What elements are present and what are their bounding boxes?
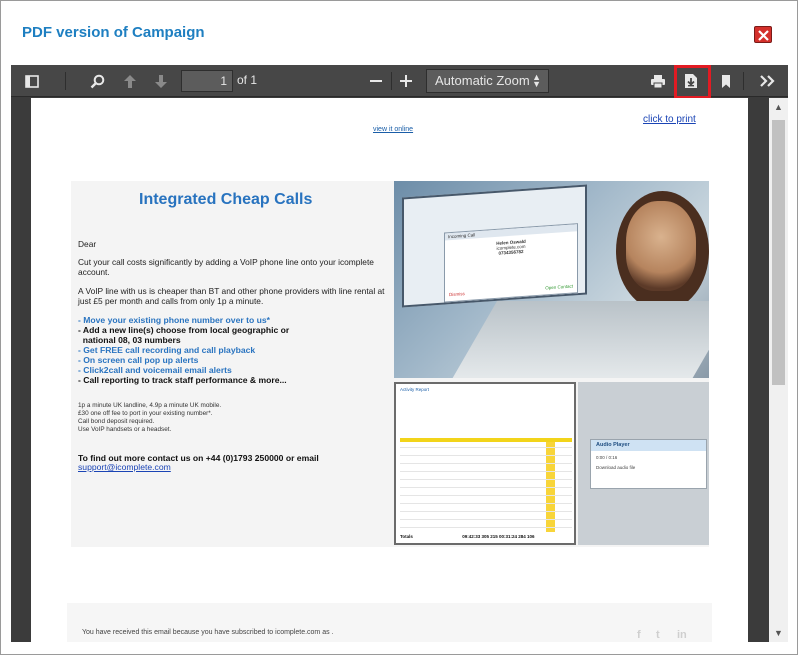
zoom-select[interactable]: Automatic Zoom ▲ ▼ [426, 69, 549, 93]
minus-icon [370, 80, 382, 82]
close-x-icon [758, 30, 769, 41]
popup-dismiss: Dismiss [449, 291, 465, 298]
vertical-scrollbar[interactable]: ▲ ▼ [769, 98, 788, 642]
page-number-input[interactable]: 1 [181, 70, 233, 92]
arrow-up-icon [124, 74, 136, 88]
small-print-line: 1p a minute UK landline, 4.9p a minute U… [78, 402, 222, 409]
activity-report-screenshot: Activity Report Totals 09:42:33 305 215 … [394, 382, 576, 545]
next-page-button[interactable] [150, 65, 172, 97]
print-button[interactable] [647, 65, 669, 97]
small-print-line: Use VoIP handsets or a headset. [78, 426, 172, 433]
bullet-item: - Move your existing phone number over t… [78, 315, 270, 325]
sidebar-toggle-icon [25, 74, 39, 88]
plus-icon [400, 75, 412, 87]
popup-open: Open Contact [545, 283, 573, 291]
dialog-title: PDF version of Campaign [22, 24, 205, 41]
incoming-call-popup: Incoming Call Helen Oswald icomplete.com… [444, 223, 578, 303]
promo-photo: Incoming Call Helen Oswald icomplete.com… [394, 181, 709, 378]
double-chevron-right-icon [759, 75, 775, 87]
report-title: Activity Report [400, 387, 430, 392]
print-icon [651, 74, 665, 88]
audio-time: 0:00 / 0:16 [596, 455, 618, 460]
photo-laptop [450, 301, 709, 378]
zoom-value: Automatic Zoom [435, 73, 530, 88]
small-print-line: £30 one off fee to port in your existing… [78, 410, 213, 417]
bookmark-button[interactable] [715, 65, 737, 97]
email-paragraph-2: A VoIP line with us is cheaper than BT a… [78, 286, 385, 306]
view-online-link[interactable]: view it online [373, 126, 413, 133]
search-button[interactable] [86, 65, 108, 97]
previous-page-button[interactable] [119, 65, 141, 97]
audio-download-link: Download audio file [596, 465, 636, 470]
photo-face [626, 201, 696, 291]
email-body: Integrated Cheap Calls Dear Cut your cal… [71, 181, 709, 547]
email-greeting: Dear [78, 239, 97, 249]
sidebar-toggle-button[interactable] [21, 65, 43, 97]
pdf-dialog: PDF version of Campaign 1 of 1 Automatic… [0, 0, 798, 655]
audio-player-title: Audio Player [591, 440, 706, 451]
report-totals: Totals 09:42:33 305 215 00:31:24 284 106 [400, 534, 535, 539]
pdf-viewer: 1 of 1 Automatic Zoom ▲ ▼ view it online… [11, 65, 788, 642]
search-icon [90, 74, 104, 88]
bookmark-icon [722, 74, 730, 88]
bullet-item: - On screen call pop up alerts [78, 355, 199, 365]
arrow-down-icon [155, 74, 167, 88]
support-email-link[interactable]: support@icomplete.com [78, 462, 171, 472]
viewer-toolbar: 1 of 1 Automatic Zoom ▲ ▼ [11, 65, 788, 99]
bullet-item: national 08, 03 numbers [78, 335, 181, 345]
close-button[interactable] [754, 26, 772, 43]
footer-text: You have received this email because you… [82, 629, 334, 636]
facebook-icon[interactable]: f [637, 629, 641, 641]
scroll-thumb[interactable] [772, 120, 785, 385]
zoom-in-button[interactable] [396, 65, 416, 97]
bullet-item: - Click2call and voicemail email alerts [78, 365, 232, 375]
chevron-updown-icon: ▲ ▼ [532, 72, 541, 89]
pdf-page: view it online click to print Integrated… [31, 98, 748, 642]
email-heading: Integrated Cheap Calls [139, 191, 313, 208]
email-paragraph-1: Cut your call costs significantly by add… [78, 257, 374, 277]
email-footer [67, 603, 712, 642]
scroll-down-icon[interactable]: ▼ [774, 628, 783, 638]
page-count: of 1 [237, 73, 258, 87]
bullet-item: - Get FREE call recording and call playb… [78, 345, 256, 355]
monitor-screen: Incoming Call Helen Oswald icomplete.com… [402, 184, 587, 308]
click-to-print-link[interactable]: click to print [643, 114, 696, 125]
small-print-line: Call bond deposit required. [78, 418, 155, 425]
bullet-item: - Add a new line(s) choose from local ge… [78, 325, 290, 335]
twitter-icon[interactable]: t [656, 629, 660, 641]
audio-player-panel: Audio Player 0:00 / 0:16 Download audio … [590, 439, 707, 489]
scroll-up-icon[interactable]: ▲ [774, 102, 783, 112]
tools-button[interactable] [756, 65, 778, 97]
audio-player-screenshot: Audio Player 0:00 / 0:16 Download audio … [578, 382, 709, 545]
download-highlight-box [674, 65, 711, 99]
linkedin-icon[interactable]: in [677, 629, 687, 641]
bullet-item: - Call reporting to track staff performa… [78, 375, 287, 385]
zoom-out-button[interactable] [366, 65, 386, 97]
